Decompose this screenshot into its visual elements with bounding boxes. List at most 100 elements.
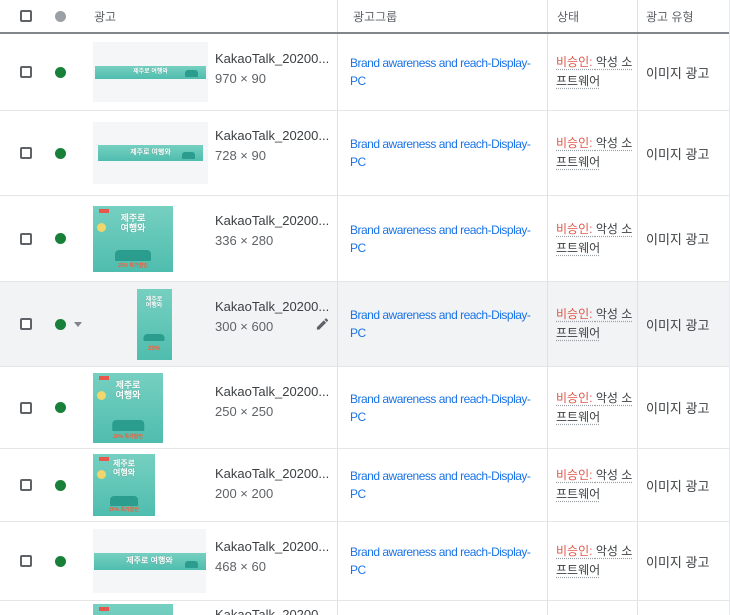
- status-dot-cell: [46, 196, 93, 281]
- ad-group-link[interactable]: Brand awareness and reach-Display-PC: [350, 390, 539, 426]
- table-row: 제주로 여행와 20% 특가할인 KakaoTalk_20200... 200 …: [0, 449, 730, 522]
- ad-thumbnail[interactable]: [93, 604, 173, 615]
- status-dot-cell: [46, 601, 93, 615]
- creative-badge: 20% 특가할인: [118, 262, 148, 269]
- car-illustration: [112, 420, 144, 431]
- thumbnail-placeholder: 제주로 여행와: [93, 529, 206, 593]
- ad-cell: 제주로 여행와 20% KakaoTalk_20200... 300 × 600: [93, 282, 337, 366]
- ad-group-link[interactable]: Brand awareness and reach-Display-PC: [350, 54, 539, 90]
- table-row: 제주로 여행와 KakaoTalk_20200... 728 × 90 Bran…: [0, 111, 730, 196]
- creative-badge: 20%: [137, 346, 172, 352]
- column-header-ad[interactable]: 광고: [93, 0, 337, 32]
- ad-thumbnail[interactable]: 제주로 여행와 20% 특가할인: [93, 373, 163, 443]
- ad-type-label: 이미지 광고: [646, 315, 709, 334]
- ad-group-link[interactable]: Brand awareness and reach-Display-PC: [350, 543, 539, 579]
- checkbox-cell: [0, 601, 46, 615]
- enabled-status-dot-icon[interactable]: [55, 480, 66, 491]
- car-illustration: [115, 250, 151, 261]
- status-prefix: 비승인:: [556, 307, 592, 321]
- status-dropdown-caret-icon[interactable]: [74, 322, 82, 327]
- enabled-status-dot-icon[interactable]: [55, 319, 66, 330]
- ad-thumbnail[interactable]: 제주로 여행와 20%: [137, 289, 172, 360]
- ad-size: 468 × 60: [215, 557, 329, 577]
- ad-name: KakaoTalk_20200: [215, 605, 318, 615]
- ad-size: 300 × 600: [215, 317, 329, 337]
- row-checkbox[interactable]: [20, 318, 32, 330]
- row-checkbox[interactable]: [20, 66, 32, 78]
- car-illustration: [110, 496, 138, 506]
- edit-pencil-icon[interactable]: [315, 317, 330, 332]
- status-cell: 비승인: 악성 소프트웨어: [547, 522, 637, 600]
- ad-name: KakaoTalk_20200...: [215, 464, 329, 484]
- ad-group-link[interactable]: Brand awareness and reach-Display-PC: [350, 221, 539, 257]
- status-dot-cell: [46, 522, 93, 600]
- creative-text: 제주로 여행와: [111, 380, 145, 401]
- enabled-status-dot-icon[interactable]: [55, 402, 66, 413]
- ad-type-label: 이미지 광고: [646, 552, 709, 571]
- enabled-status-dot-icon[interactable]: [55, 233, 66, 244]
- row-checkbox[interactable]: [20, 402, 32, 414]
- status-cell: 비승인: 악성 소프트웨어: [547, 196, 637, 281]
- ad-size: 200 × 200: [215, 484, 329, 504]
- column-header-status[interactable]: 상태: [547, 0, 637, 32]
- thumbnail-box: 제주로 여행와 20% 특가할인: [93, 196, 215, 281]
- ad-thumbnail[interactable]: 제주로 여행와: [95, 66, 206, 79]
- enabled-status-dot-icon[interactable]: [55, 148, 66, 159]
- ad-type-label: 이미지 광고: [646, 476, 709, 495]
- ad-text-block: KakaoTalk_20200... 728 × 90: [215, 111, 329, 195]
- creative-text: 제주로 여행와: [116, 213, 150, 234]
- row-checkbox[interactable]: [20, 479, 32, 491]
- ad-thumbnail[interactable]: 제주로 여행와: [94, 553, 206, 570]
- ad-type-label: 이미지 광고: [646, 229, 709, 248]
- status-text[interactable]: 비승인: 악성 소프트웨어: [556, 542, 635, 580]
- ad-size: 728 × 90: [215, 146, 329, 166]
- ad-group-cell: Brand awareness and reach-Display-PC: [337, 522, 547, 600]
- thumbnail-box: 제주로 여행와 20% 특가할인: [93, 449, 215, 521]
- car-illustration: [144, 334, 165, 341]
- ad-group-link[interactable]: Brand awareness and reach-Display-PC: [350, 135, 539, 171]
- column-header-ad-type[interactable]: 광고 유형: [637, 0, 730, 32]
- status-prefix: 비승인:: [556, 136, 592, 150]
- ad-group-link[interactable]: Brand awareness and reach-Display-PC: [350, 467, 539, 503]
- status-text[interactable]: 비승인: 악성 소프트웨어: [556, 305, 635, 343]
- column-header-ad-group[interactable]: 광고그룹: [337, 0, 547, 32]
- select-all-checkbox[interactable]: [20, 10, 32, 22]
- ad-name: KakaoTalk_20200...: [215, 537, 329, 557]
- row-checkbox[interactable]: [20, 555, 32, 567]
- ad-group-cell: Brand awareness and reach-Display-PC: [337, 282, 547, 366]
- enabled-status-dot-icon[interactable]: [55, 556, 66, 567]
- status-text[interactable]: 비승인: 악성 소프트웨어: [556, 389, 635, 427]
- ad-size: 250 × 250: [215, 402, 329, 422]
- status-cell: 비승인: 악성 소프트웨어: [547, 111, 637, 195]
- status-text[interactable]: 비승인: 악성 소프트웨어: [556, 53, 635, 91]
- ad-thumbnail[interactable]: 제주로 여행와 20% 특가할인: [93, 454, 155, 516]
- ad-type-label: 이미지 광고: [646, 63, 709, 82]
- status-prefix: 비승인:: [556, 391, 592, 405]
- enabled-status-dot-icon[interactable]: [55, 67, 66, 78]
- ad-group-link[interactable]: Brand awareness and reach-Display-PC: [350, 306, 539, 342]
- thumbnail-box: 제주로 여행와: [93, 111, 215, 195]
- creative-text: 제주로 여행와: [133, 69, 168, 76]
- ad-thumbnail[interactable]: 제주로 여행와 20% 특가할인: [93, 206, 173, 272]
- status-dot-cell: [46, 34, 93, 110]
- table-row: KakaoTalk_20200: [0, 601, 730, 615]
- status-text[interactable]: 비승인: 악성 소프트웨어: [556, 134, 635, 172]
- ads-table: 광고 광고그룹 상태 광고 유형 제주로 여행와 KakaoTalk_20200…: [0, 0, 730, 615]
- row-checkbox[interactable]: [20, 147, 32, 159]
- ad-text-block: KakaoTalk_20200... 468 × 60: [215, 522, 329, 600]
- ad-thumbnail[interactable]: 제주로 여행와: [98, 145, 203, 161]
- status-text[interactable]: 비승인: 악성 소프트웨어: [556, 220, 635, 258]
- ad-cell: 제주로 여행와 20% 특가할인 KakaoTalk_20200... 200 …: [93, 449, 337, 521]
- ad-cell: 제주로 여행와 KakaoTalk_20200... 970 × 90: [93, 34, 337, 110]
- ad-name: KakaoTalk_20200...: [215, 297, 329, 317]
- table-row: 제주로 여행와 20% 특가할인 KakaoTalk_20200... 250 …: [0, 367, 730, 449]
- checkbox-cell: [0, 367, 46, 448]
- row-checkbox[interactable]: [20, 233, 32, 245]
- status-text[interactable]: 비승인: 악성 소프트웨어: [556, 466, 635, 504]
- status-cell: 비승인: 악성 소프트웨어: [547, 367, 637, 448]
- thumbnail-box: 제주로 여행와 20% 특가할인: [93, 367, 215, 448]
- ad-cell: 제주로 여행와 20% 특가할인 KakaoTalk_20200... 250 …: [93, 367, 337, 448]
- table-row-selected: 제주로 여행와 20% KakaoTalk_20200... 300 × 600…: [0, 282, 730, 367]
- table-header-row: 광고 광고그룹 상태 광고 유형: [0, 0, 730, 34]
- thumbnail-placeholder: 제주로 여행와: [93, 42, 208, 102]
